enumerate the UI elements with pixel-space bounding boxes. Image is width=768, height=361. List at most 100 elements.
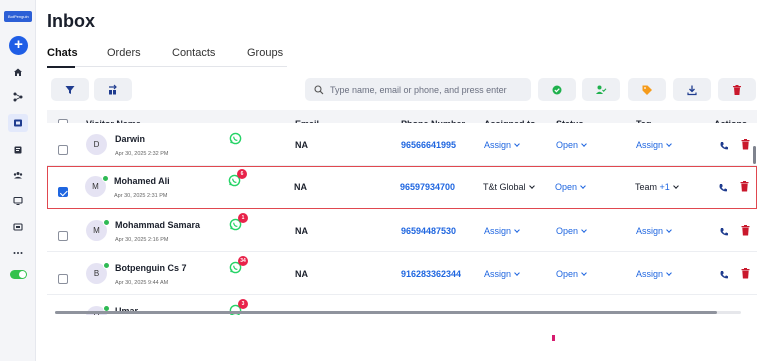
status-dropdown[interactable]: Open xyxy=(556,269,587,279)
status-label: Open xyxy=(556,140,579,150)
tag-dropdown[interactable]: Assign xyxy=(636,269,672,279)
transfer-button[interactable] xyxy=(94,78,132,101)
chevron-down-icon xyxy=(581,141,587,147)
whatsapp-icon xyxy=(229,132,242,145)
resolve-button[interactable] xyxy=(538,78,576,101)
row-checkbox[interactable] xyxy=(58,187,68,197)
phone-cell[interactable]: 916283362344 xyxy=(401,269,461,279)
row-checkbox[interactable] xyxy=(58,274,68,284)
scroll-thumb[interactable] xyxy=(55,311,717,314)
inbox-tabs: Chats Orders Contacts Groups xyxy=(47,47,287,68)
table-row-selected[interactable]: M Mohamed Ali Apr 30, 2025 2:31 PM 6 NA … xyxy=(47,166,757,209)
online-indicator xyxy=(103,219,110,226)
scroll-thumb[interactable] xyxy=(753,146,756,164)
visitor-name: Botpenguin Cs 7 xyxy=(115,263,187,273)
unread-badge: 34 xyxy=(238,256,248,266)
monitor-icon[interactable] xyxy=(10,193,26,209)
phone-icon[interactable] xyxy=(719,267,729,279)
user-check-icon xyxy=(596,85,607,94)
search-input[interactable] xyxy=(330,84,530,95)
assign-label: Assign xyxy=(484,269,512,279)
email-cell: NA xyxy=(295,140,308,150)
table-row[interactable]: D Darwin Apr 30, 2025 2:32 PM NA 9656664… xyxy=(47,123,757,166)
app-root: BotPenguin + Inbox Chats Orders Contacts… xyxy=(0,0,768,361)
tab-groups[interactable]: Groups xyxy=(247,47,283,59)
status-label: Open xyxy=(556,226,579,236)
status-toggle[interactable] xyxy=(10,270,27,279)
phone-icon[interactable] xyxy=(718,180,728,192)
table-row[interactable]: B Botpenguin Cs 7 Apr 30, 2025 9:44 AM 3… xyxy=(47,252,757,295)
assign-dropdown[interactable]: Assign xyxy=(484,226,520,236)
assign-dropdown[interactable]: Assign xyxy=(484,269,520,279)
chats-table: Visitor Name Email Phone Number Assigned… xyxy=(47,110,757,315)
status-dropdown[interactable]: Open xyxy=(556,226,587,236)
table-row[interactable]: M Mohammad Samara Apr 30, 2025 2:16 PM 1… xyxy=(47,209,757,252)
phone-cell[interactable]: 96597934700 xyxy=(400,182,455,192)
chevron-down-icon xyxy=(666,270,672,276)
visitor-date: Apr 30, 2025 9:44 AM xyxy=(115,280,169,286)
tag-label: Assign xyxy=(636,140,664,150)
chevron-down-icon xyxy=(514,141,520,147)
unread-badge: 6 xyxy=(237,169,247,179)
inbox-icon[interactable] xyxy=(8,114,28,132)
phone-icon[interactable] xyxy=(719,138,729,150)
tag-icon xyxy=(642,85,652,95)
tag-dropdown[interactable]: Team +1 xyxy=(635,182,679,192)
visitor-name: Mohamed Ali xyxy=(114,176,170,186)
home-icon[interactable] xyxy=(10,64,26,80)
row-checkbox[interactable] xyxy=(58,145,68,155)
search-box xyxy=(305,78,531,101)
delete-all-button[interactable] xyxy=(718,78,756,101)
assign-agent-button[interactable] xyxy=(582,78,620,101)
users-icon[interactable] xyxy=(10,167,26,183)
more-icon[interactable] xyxy=(10,245,26,261)
visitor-date: Apr 30, 2025 2:31 PM xyxy=(114,193,168,199)
email-cell: NA xyxy=(295,269,308,279)
filter-icon xyxy=(65,85,75,94)
chevron-down-icon xyxy=(672,183,679,189)
chevron-down-icon xyxy=(666,141,672,147)
reports-icon[interactable] xyxy=(10,142,26,158)
status-dropdown[interactable]: Open xyxy=(555,182,586,192)
row-checkbox[interactable] xyxy=(58,231,68,241)
phone-cell[interactable]: 96594487530 xyxy=(401,226,456,236)
unread-badge: 1 xyxy=(238,213,248,223)
tab-orders[interactable]: Orders xyxy=(107,47,141,59)
phone-icon[interactable] xyxy=(719,224,729,236)
assign-label: Assign xyxy=(484,140,512,150)
assign-dropdown[interactable]: Assign xyxy=(484,140,520,150)
download-button[interactable] xyxy=(673,78,711,101)
horizontal-scrollbar[interactable] xyxy=(47,309,757,315)
online-indicator xyxy=(102,175,109,182)
delete-icon[interactable] xyxy=(741,223,750,236)
status-dropdown[interactable]: Open xyxy=(556,140,587,150)
delete-icon[interactable] xyxy=(741,266,750,279)
tag-label: Assign xyxy=(636,226,664,236)
tag-more-count: +1 xyxy=(659,182,670,192)
assign-label: T&t Global xyxy=(483,182,526,192)
filter-button[interactable] xyxy=(51,78,89,101)
page-title: Inbox xyxy=(47,11,95,31)
vertical-scrollbar[interactable] xyxy=(752,110,757,310)
flow-icon[interactable] xyxy=(10,89,26,105)
search-icon xyxy=(314,84,324,94)
avatar: D xyxy=(86,134,107,155)
unread-badge: 3 xyxy=(238,299,248,309)
assign-dropdown[interactable]: T&t Global xyxy=(483,182,535,192)
app-logo: BotPenguin xyxy=(4,11,32,22)
phone-cell[interactable]: 96566641995 xyxy=(401,140,456,150)
tag-button[interactable] xyxy=(628,78,666,101)
delete-icon[interactable] xyxy=(740,179,749,192)
tab-chats[interactable]: Chats xyxy=(47,47,78,59)
ticket-icon[interactable] xyxy=(10,219,26,235)
delete-icon[interactable] xyxy=(741,137,750,150)
status-label: Open xyxy=(555,182,578,192)
chevron-down-icon xyxy=(581,227,587,233)
tag-dropdown[interactable]: Assign xyxy=(636,226,672,236)
add-button[interactable]: + xyxy=(9,36,28,55)
visitor-date: Apr 30, 2025 2:16 PM xyxy=(115,237,169,243)
tag-dropdown[interactable]: Assign xyxy=(636,140,672,150)
email-cell: NA xyxy=(294,182,307,192)
chevron-down-icon xyxy=(528,183,535,189)
tab-contacts[interactable]: Contacts xyxy=(172,47,215,59)
